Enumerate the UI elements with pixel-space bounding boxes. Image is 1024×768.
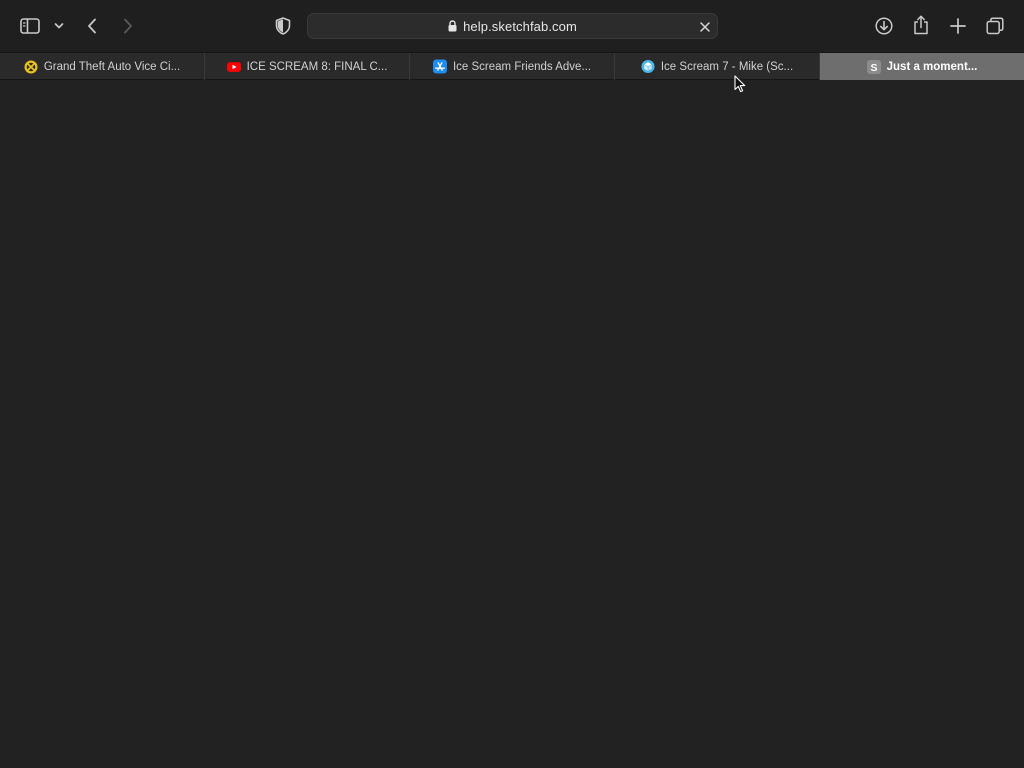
new-tab-button[interactable] xyxy=(947,15,969,37)
back-button[interactable] xyxy=(82,15,102,37)
browser-toolbar: help.sketchfab.com xyxy=(0,0,1024,52)
sketchfab-favicon xyxy=(641,59,655,74)
sidebar-toggle-button[interactable] xyxy=(18,15,42,37)
forward-button[interactable] xyxy=(118,15,138,37)
app-store-favicon xyxy=(432,59,447,74)
tab-overview-icon xyxy=(986,17,1004,35)
tab-gta-vice-city[interactable]: Grand Theft Auto Vice Ci... xyxy=(0,53,205,80)
shield-icon xyxy=(275,17,291,35)
tab-bar: Grand Theft Auto Vice Ci... ICE SCREAM 8… xyxy=(0,52,1024,80)
downloads-button[interactable] xyxy=(873,15,895,37)
share-button[interactable] xyxy=(910,14,932,36)
tab-title: Ice Scream 7 - Mike (Sc... xyxy=(660,60,794,73)
address-url: help.sketchfab.com xyxy=(463,18,577,34)
download-icon xyxy=(875,17,893,35)
plus-icon xyxy=(950,18,966,34)
youtube-favicon xyxy=(226,60,241,74)
tab-title: Just a moment... xyxy=(886,60,978,73)
letter-s-favicon: S xyxy=(866,59,881,74)
tab-active-just-a-moment[interactable]: S Just a moment... xyxy=(820,53,1024,80)
close-icon[interactable] xyxy=(698,20,712,34)
tab-title: ICE SCREAM 8: FINAL C... xyxy=(246,60,388,73)
tab-title: Ice Scream Friends Adve... xyxy=(452,60,592,73)
mouse-cursor-icon xyxy=(734,75,746,93)
chevron-down-icon xyxy=(54,23,64,29)
sidebar-menu-button[interactable] xyxy=(51,18,67,34)
tab-overview-button[interactable] xyxy=(984,15,1006,37)
svg-text:S: S xyxy=(870,62,877,74)
tab-title: Grand Theft Auto Vice Ci... xyxy=(43,60,181,73)
chevron-left-icon xyxy=(88,18,96,34)
chevron-right-icon xyxy=(124,18,132,34)
page-content-blank xyxy=(0,81,1024,768)
tab-youtube-ice-scream-8[interactable]: ICE SCREAM 8: FINAL C... xyxy=(205,53,410,80)
tab-app-store-ice-scream-friends[interactable]: Ice Scream Friends Adve... xyxy=(410,53,615,80)
gta-favicon xyxy=(24,60,38,74)
privacy-report-button[interactable] xyxy=(272,15,294,37)
share-icon xyxy=(914,15,928,35)
tab-sketchfab-ice-scream-7[interactable]: Ice Scream 7 - Mike (Sc... xyxy=(615,53,820,80)
lock-icon xyxy=(448,20,457,32)
sidebar-icon xyxy=(20,18,40,34)
address-bar[interactable]: help.sketchfab.com xyxy=(307,13,718,39)
